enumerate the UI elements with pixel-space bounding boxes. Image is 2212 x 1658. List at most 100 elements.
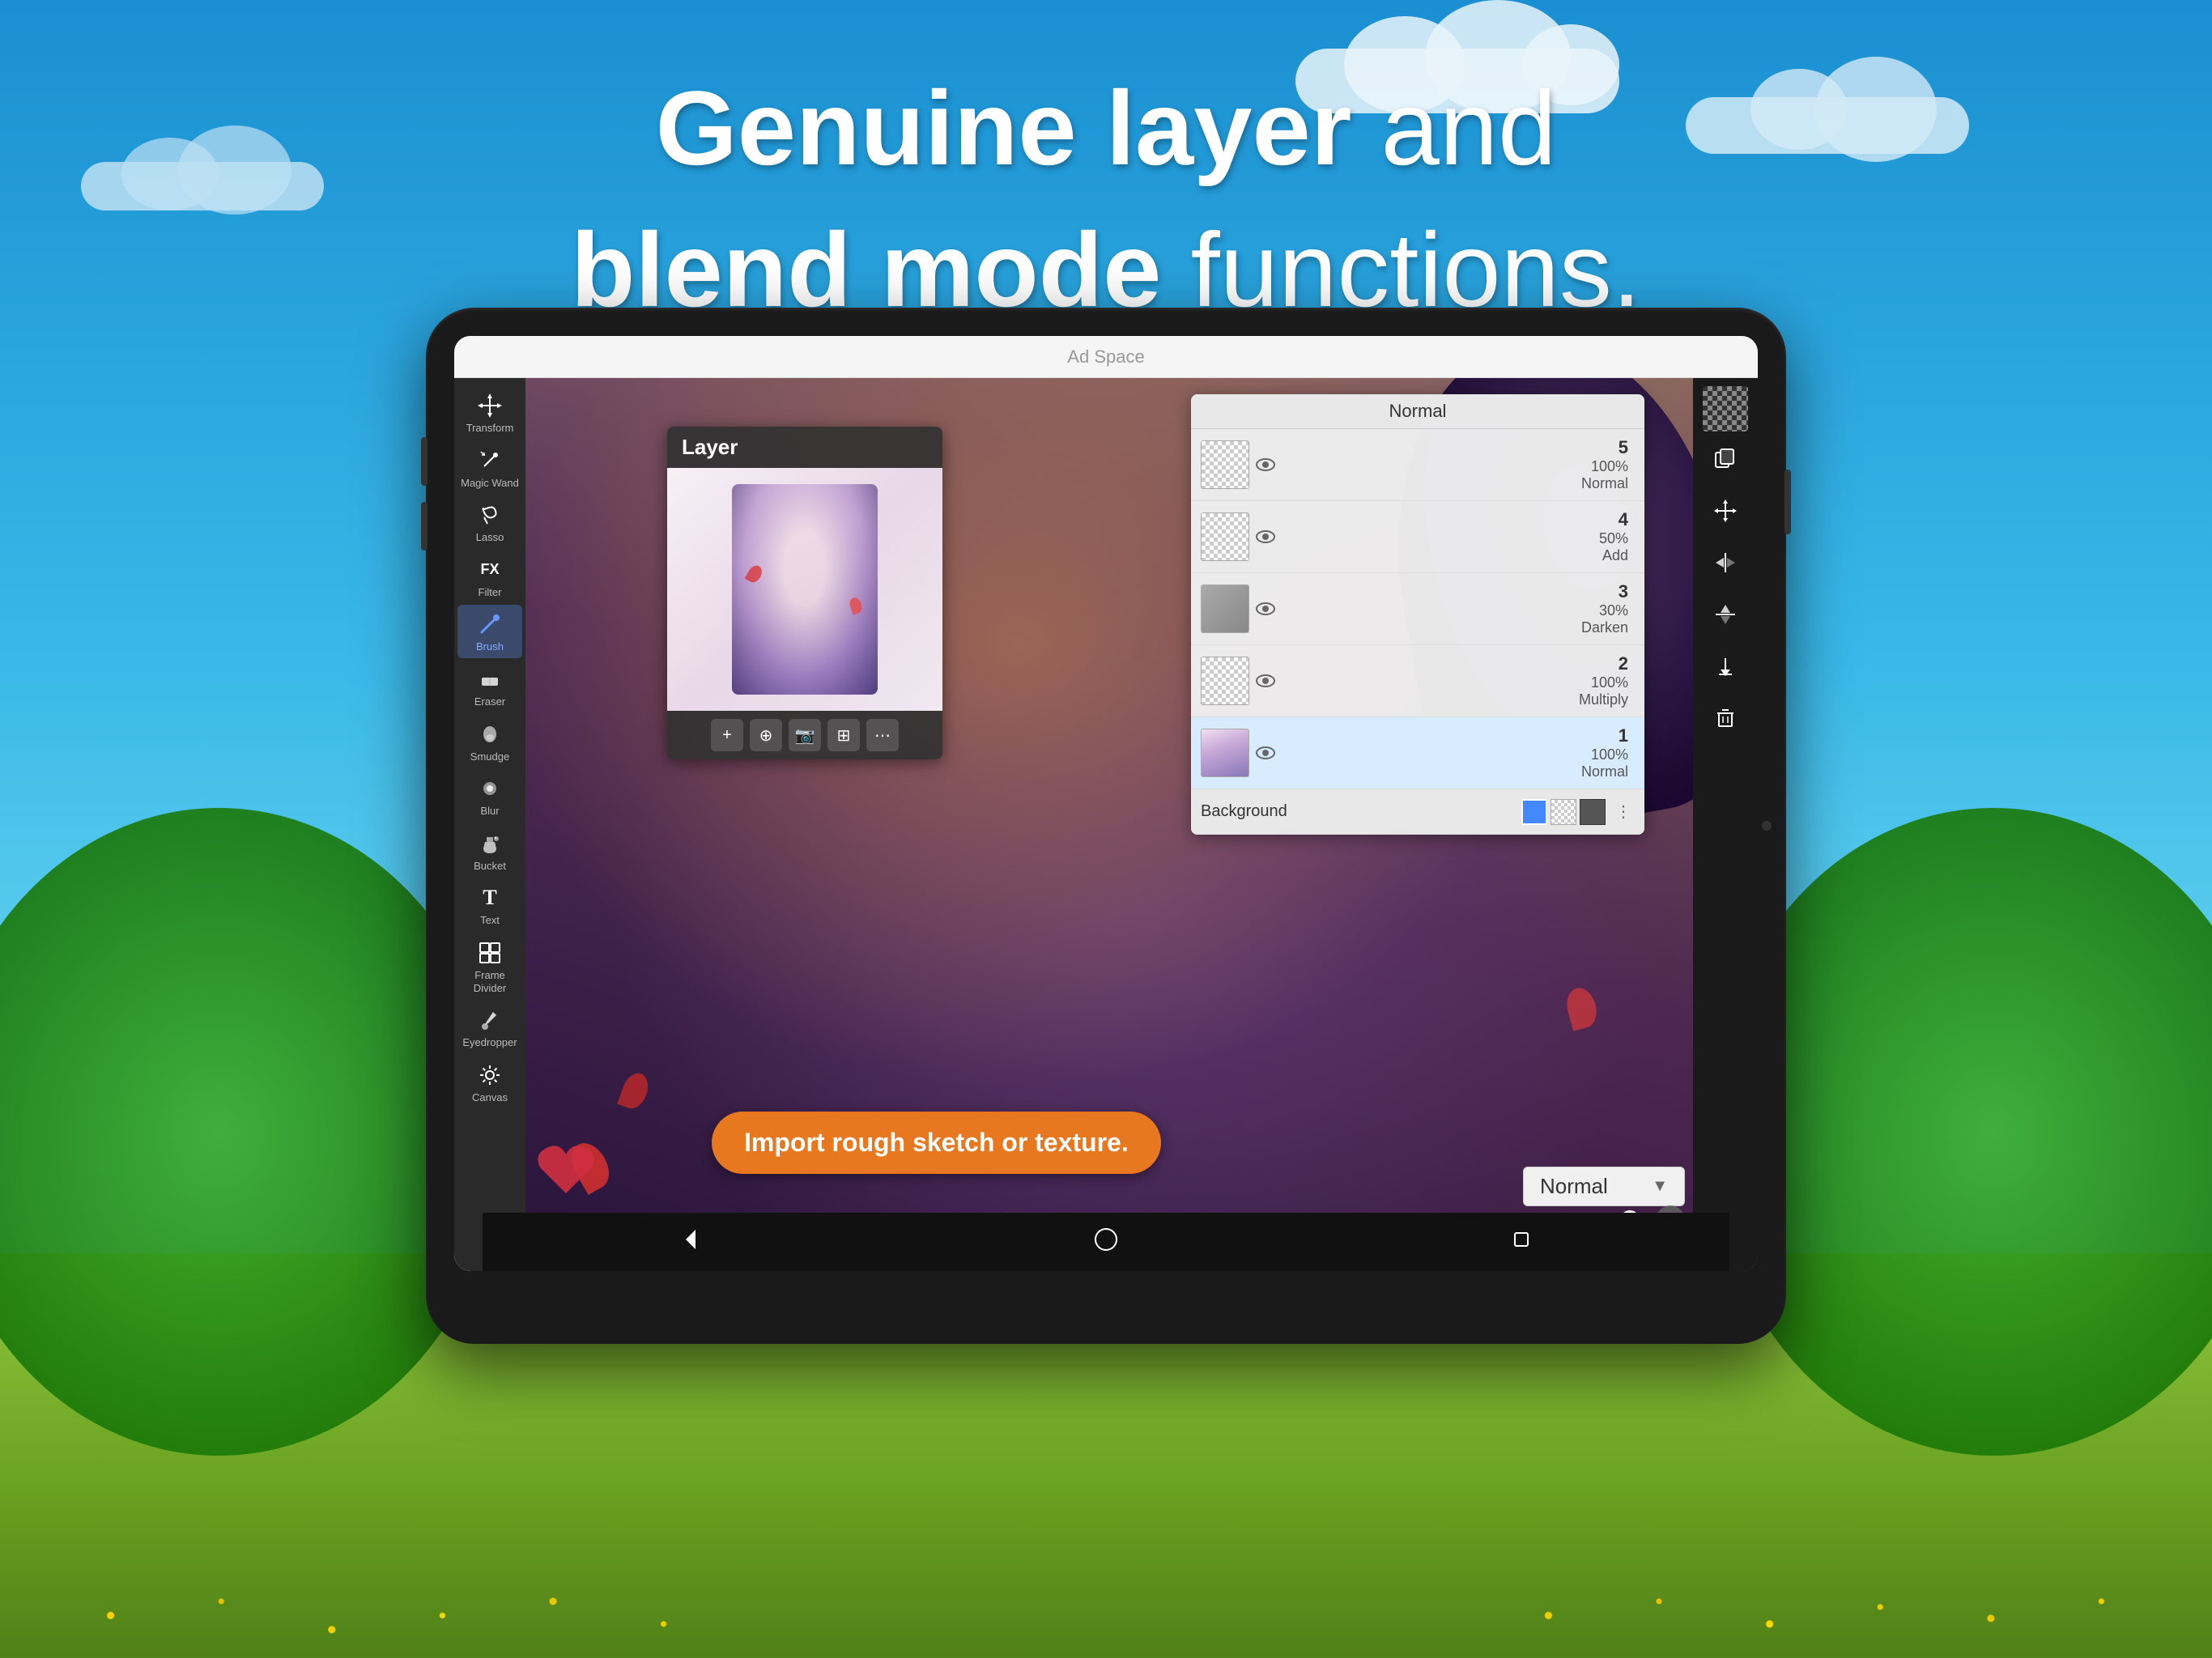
tool-magic-wand[interactable]: Magic Wand	[457, 441, 522, 495]
layer-4-info: 4 50% Add	[1282, 509, 1635, 564]
heart-shape	[534, 1141, 598, 1206]
layer-row-1[interactable]: 1 100% Normal	[1191, 717, 1644, 789]
layer-row-3[interactable]: 3 30% Darken	[1191, 573, 1644, 645]
android-recents-btn[interactable]	[1508, 1226, 1534, 1258]
text-label: Text	[480, 914, 500, 927]
layer-1-thumbnail	[1201, 729, 1249, 777]
ad-space-bar: Ad Space	[454, 336, 1758, 378]
layer-camera-btn[interactable]: 📷	[789, 719, 821, 751]
tool-canvas[interactable]: Canvas	[457, 1056, 522, 1109]
tool-transform[interactable]: Transform	[457, 386, 522, 440]
layer-3-blend: Darken	[1581, 619, 1628, 636]
layer-mini-preview	[732, 484, 878, 695]
tool-blur[interactable]: Blur	[457, 769, 522, 823]
brush-label: Brush	[476, 640, 504, 653]
transform-label: Transform	[466, 422, 514, 435]
layer-5-thumbnail	[1201, 440, 1249, 489]
bg-swatch-dark[interactable]	[1580, 799, 1606, 825]
headline-container: Genuine layer and blend mode functions.	[0, 65, 2212, 333]
right-toolbar	[1693, 378, 1758, 1271]
tool-text[interactable]: T Text	[457, 878, 522, 932]
layer-4-thumb-bg	[1202, 513, 1249, 560]
move-layer-btn[interactable]	[1701, 487, 1750, 535]
tablet-container: Ad Space	[426, 308, 1786, 1344]
tablet-power-button	[1784, 470, 1791, 534]
layer-4-visibility[interactable]	[1249, 530, 1282, 543]
tooltip-bubble: Import rough sketch or texture.	[712, 1112, 1161, 1174]
bg-swatch-checker[interactable]	[1551, 799, 1576, 825]
android-back-btn[interactable]	[678, 1226, 704, 1258]
layer-panel-small: Layer	[667, 427, 942, 759]
eraser-icon	[475, 665, 504, 694]
layer-merge-btn[interactable]: ⊞	[827, 719, 860, 751]
tool-brush[interactable]: Brush	[457, 605, 522, 658]
eyedropper-icon	[475, 1005, 504, 1035]
layer-3-visibility[interactable]	[1249, 602, 1282, 615]
bucket-icon	[475, 829, 504, 858]
layer-2-opacity: 100%	[1591, 674, 1628, 691]
background-color-swatches	[1521, 799, 1606, 825]
tool-smudge[interactable]: Smudge	[457, 715, 522, 768]
tool-frame-divider[interactable]: Frame Divider	[457, 933, 522, 999]
tool-eraser[interactable]: Eraser	[457, 660, 522, 713]
tablet-volume-up	[421, 437, 428, 486]
layer-3-opacity: 30%	[1599, 602, 1628, 619]
layer-1-visibility[interactable]	[1249, 746, 1282, 759]
layer-add-copy-btn[interactable]: ⊕	[750, 719, 782, 751]
layer-5-visibility[interactable]	[1249, 458, 1282, 471]
blend-mode-dropdown[interactable]: Normal ▼	[1523, 1167, 1685, 1206]
blend-mode-value: Normal	[1540, 1174, 1608, 1199]
android-nav-bar	[483, 1213, 1729, 1271]
layer-more-btn[interactable]: ⋯	[866, 719, 899, 751]
layer-2-blend: Multiply	[1579, 691, 1628, 708]
tool-lasso[interactable]: Lasso	[457, 495, 522, 549]
blend-dropdown-arrow: ▼	[1652, 1177, 1668, 1196]
layer-1-blend: Normal	[1581, 763, 1628, 780]
layer-3-number: 3	[1619, 581, 1628, 602]
eyedropper-label: Eyedropper	[462, 1036, 517, 1049]
lasso-label: Lasso	[476, 531, 504, 544]
android-home-btn[interactable]	[1093, 1226, 1119, 1258]
layer-2-thumb-bg	[1202, 657, 1249, 704]
smudge-label: Smudge	[470, 750, 509, 763]
bg-swatch-blue[interactable]	[1521, 799, 1547, 825]
delete-layer-btn[interactable]	[1701, 694, 1750, 742]
tool-eyedropper[interactable]: Eyedropper	[457, 1001, 522, 1054]
full-layer-panel: Normal 5	[1191, 394, 1644, 835]
frame-divider-icon	[475, 938, 504, 967]
layer-5-blend: Normal	[1581, 475, 1628, 492]
tool-bucket[interactable]: Bucket	[457, 824, 522, 878]
layer-5-number: 5	[1619, 437, 1628, 458]
layer-5-info: 5 100% Normal	[1282, 437, 1635, 492]
layer-4-opacity: 50%	[1599, 530, 1628, 547]
transparency-toggle-btn[interactable]	[1703, 386, 1748, 432]
canvas-label: Canvas	[472, 1091, 508, 1104]
tool-filter[interactable]: FX Filter	[457, 551, 522, 604]
background-label: Background	[1201, 802, 1521, 821]
layer-row-4[interactable]: 4 50% Add	[1191, 501, 1644, 573]
move-down-btn[interactable]	[1701, 642, 1750, 691]
blend-mode-dropdown-area: Normal ▼	[1523, 1167, 1685, 1206]
flip-vertical-btn[interactable]	[1701, 590, 1750, 639]
app-area: Transform Magic Wand	[454, 378, 1758, 1271]
layer-2-visibility[interactable]	[1249, 674, 1282, 687]
left-toolbar: Transform Magic Wand	[454, 378, 525, 1271]
layer-1-number: 1	[1619, 725, 1628, 746]
magic-wand-label: Magic Wand	[461, 477, 519, 490]
layer-2-thumbnail	[1201, 657, 1249, 705]
layer-row-5[interactable]: 5 100% Normal	[1191, 429, 1644, 501]
layer-add-btn[interactable]: +	[711, 719, 743, 751]
layer-4-thumbnail	[1201, 512, 1249, 561]
flip-horizontal-btn[interactable]	[1701, 538, 1750, 587]
layer-background-row[interactable]: Background ⋮	[1191, 789, 1644, 835]
layer-2-number: 2	[1619, 653, 1628, 674]
blur-label: Blur	[480, 805, 499, 818]
copy-layer-btn[interactable]	[1701, 435, 1750, 483]
layer-row-2[interactable]: 2 100% Multiply	[1191, 645, 1644, 717]
tablet-camera	[1762, 821, 1772, 831]
layer-more-options[interactable]: ⋮	[1612, 801, 1635, 822]
layer-controls-bar: + ⊕ 📷 ⊞ ⋯	[667, 711, 942, 759]
layer-blend-mode-header: Normal	[1191, 394, 1644, 429]
canvas-area[interactable]: Layer	[525, 378, 1758, 1271]
layer-preview-area	[667, 468, 942, 711]
